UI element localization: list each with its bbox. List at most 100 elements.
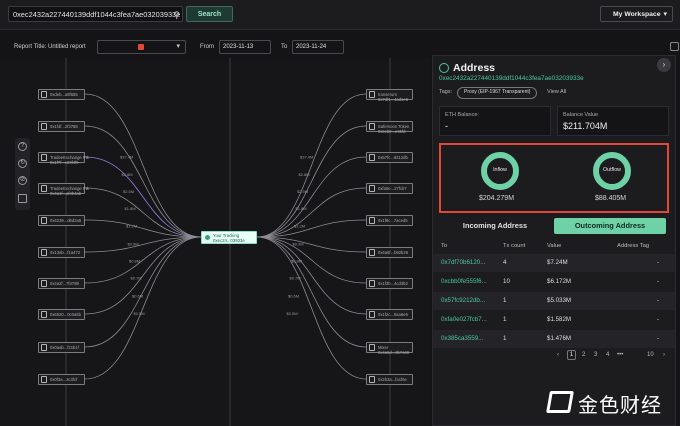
wallet-icon <box>369 123 375 130</box>
page-3[interactable]: 3 <box>594 352 597 358</box>
table-row[interactable]: 0xfa0e027fcb7... 1 $1.582M - <box>433 311 675 329</box>
right-address-node[interactable]: 0x57fc...9212db <box>366 152 413 163</box>
right-address-node[interactable]: 0x2b3a...fa1f6e <box>366 374 413 385</box>
page-last[interactable]: 10 <box>647 352 654 358</box>
outflow-label: Outflow <box>603 167 621 173</box>
right-address-node[interactable]: 0x1f3b...4cd3b2 <box>366 278 413 289</box>
from-date-input[interactable]: 2023-11-13 <box>219 40 271 54</box>
hide-icon[interactable]: ⊘ <box>18 176 27 185</box>
table-row[interactable]: 0x385ca3559... 1 $1.476M - <box>433 330 675 348</box>
tx-count-cell: 1 <box>503 316 507 323</box>
left-address-node[interactable]: 0x4239...d6d2a5 <box>38 215 85 226</box>
tracked-address-node[interactable]: Your Tracking 0xec24...03933e <box>201 231 257 244</box>
to-date-input[interactable]: 2023-11-24 <box>292 40 344 54</box>
token-icon <box>138 44 144 50</box>
wallet-icon <box>369 249 375 256</box>
to-address-link[interactable]: 0x7df70b6120... <box>441 259 485 266</box>
left-address-node[interactable]: 0xdeb...a8f655 <box>38 89 85 100</box>
table-row[interactable]: 0xcbb0fe555f6... 10 $6.172M - <box>433 273 675 291</box>
wallet-icon <box>369 217 375 224</box>
search-button[interactable]: Search <box>186 6 233 22</box>
edge-amount-label: $37.4M <box>120 154 133 159</box>
search-icon[interactable]: ⚲ <box>173 7 180 21</box>
to-address-link[interactable]: 0xcbb0fe555f6... <box>441 278 487 285</box>
table-row[interactable]: 0x57fc9212db... 1 $5.033M - <box>433 292 675 310</box>
wallet-icon <box>369 185 375 192</box>
right-address-node[interactable]: Safemoon Token 0x5cb0...e65fd <box>366 121 413 134</box>
flow-edge <box>84 236 202 253</box>
address-hash[interactable]: 0xec2432a227440139ddf1044c3fea7ae0320393… <box>439 75 584 82</box>
chevron-down-icon: ▾ <box>663 11 667 18</box>
right-address-node[interactable]: 0x1f2c...0aa6e6 <box>366 309 413 320</box>
view-all-link[interactable]: View All <box>547 89 566 95</box>
left-address-node[interactable]: TradeeExchange Ptk 0x1f7f...c23f4f5 <box>38 152 89 165</box>
wallet-icon <box>369 280 375 287</box>
flow-edge <box>84 236 202 380</box>
next-arrow-icon[interactable]: › <box>657 58 671 72</box>
tab-outgoing-address[interactable]: Outcoming Address <box>554 218 666 234</box>
refresh-icon[interactable]: ↻ <box>18 159 27 168</box>
node-label: 0x1f3b...4cd3b2 <box>378 281 408 286</box>
left-address-node[interactable]: 0x0f3a...3c3fcf <box>38 374 85 385</box>
eth-balance-label: ETH Balance: <box>445 112 479 118</box>
node-label: TradeeExchange Ptk 0x4a1f...af4b4ab <box>50 186 89 196</box>
node-label: Safemoon Token 0x5cb0...e65fd <box>378 124 410 134</box>
edge-amount-label: $0.6M <box>288 294 299 299</box>
right-address-node[interactable]: 0x1f8c...7aced5 <box>366 215 413 226</box>
table-row[interactable]: 0x7df70b6120... 4 $7.24M - <box>433 254 675 272</box>
wallet-icon <box>369 311 375 318</box>
edge-amount-label: $2.8M <box>299 172 310 177</box>
left-address-node[interactable]: 0x0aab...f21b1f <box>38 342 85 353</box>
wallet-icon <box>41 154 47 161</box>
flow-edge <box>84 93 202 238</box>
node-label: 0x1f8c...7aced5 <box>378 218 408 223</box>
token-dropdown[interactable]: ▾ <box>97 40 186 54</box>
to-address-link[interactable]: 0x385ca3559... <box>441 335 483 342</box>
page-2[interactable]: 2 <box>582 352 585 358</box>
right-address-node[interactable]: 0xfa0e...27fcb7 <box>366 183 413 194</box>
left-address-node[interactable]: 0x1f4f...2f3788 <box>38 121 85 132</box>
tab-incoming-address[interactable]: Incoming Address <box>439 218 551 234</box>
to-address-link[interactable]: 0x57fc9212db... <box>441 297 485 304</box>
value-cell: $1.582M <box>547 316 572 323</box>
edge-amount-label: $0.9M <box>293 241 304 246</box>
wallet-icon <box>41 311 47 318</box>
value-cell: $1.476M <box>547 335 572 342</box>
column-header-to: To <box>441 243 448 249</box>
eth-balance-value: - <box>445 121 448 131</box>
from-label: From <box>200 44 214 50</box>
column-header-tx-count: Tx count <box>503 243 526 249</box>
address-search-input[interactable]: 0xec2432a227440139ddf1044c3fea7ae0320393… <box>8 6 183 22</box>
left-address-node[interactable]: TradeeExchange Ptk 0x4a1f...af4b4ab <box>38 183 89 196</box>
page-4[interactable]: 4 <box>606 352 609 358</box>
wallet-icon <box>41 280 47 287</box>
expand-icon[interactable] <box>670 42 679 51</box>
panel-title: Address <box>453 62 496 74</box>
left-address-node[interactable]: 0x6520...0c0a5b <box>38 309 85 320</box>
page-1[interactable]: 1 <box>567 350 576 360</box>
wallet-icon <box>41 344 47 351</box>
logo-mark-icon <box>546 391 574 413</box>
edge-amount-label: $0.7M <box>131 275 142 280</box>
wallet-icon <box>41 91 47 98</box>
help-icon[interactable]: ? <box>18 142 27 151</box>
right-address-node[interactable]: Mixer 0x4a8d...3b7a89 <box>366 342 413 355</box>
value-cell: $7.24M <box>547 259 568 266</box>
to-label: To <box>281 44 288 50</box>
right-address-node[interactable]: 0x4a6f...b92b26 <box>366 247 413 258</box>
balance-value-card: Balance Value $211.704M <box>557 106 669 136</box>
left-address-node[interactable]: 0x4a2f...7f4788 <box>38 278 85 289</box>
right-address-node[interactable]: Iranserum 0x7df1...4ad1e6 <box>366 89 413 102</box>
value-cell: $5.033M <box>547 297 572 304</box>
save-icon[interactable] <box>18 194 27 203</box>
tx-count-cell: 1 <box>503 297 507 304</box>
pager-prev[interactable]: ‹ <box>557 352 559 358</box>
column-header-address-tag: Address Tag <box>617 243 650 249</box>
to-address-link[interactable]: 0xfa0e027fcb7... <box>441 316 487 323</box>
workspace-dropdown[interactable]: My Workspace ▾ <box>600 6 673 22</box>
pager-next[interactable]: › <box>663 352 665 358</box>
center-node-address: 0xec24...03933e <box>213 238 245 243</box>
left-address-node[interactable]: 0x13ab...f1a472 <box>38 247 85 258</box>
search-value: 0xec2432a227440139ddf1044c3fea7ae0320393… <box>13 10 181 19</box>
column-header-value: Value <box>547 243 562 249</box>
